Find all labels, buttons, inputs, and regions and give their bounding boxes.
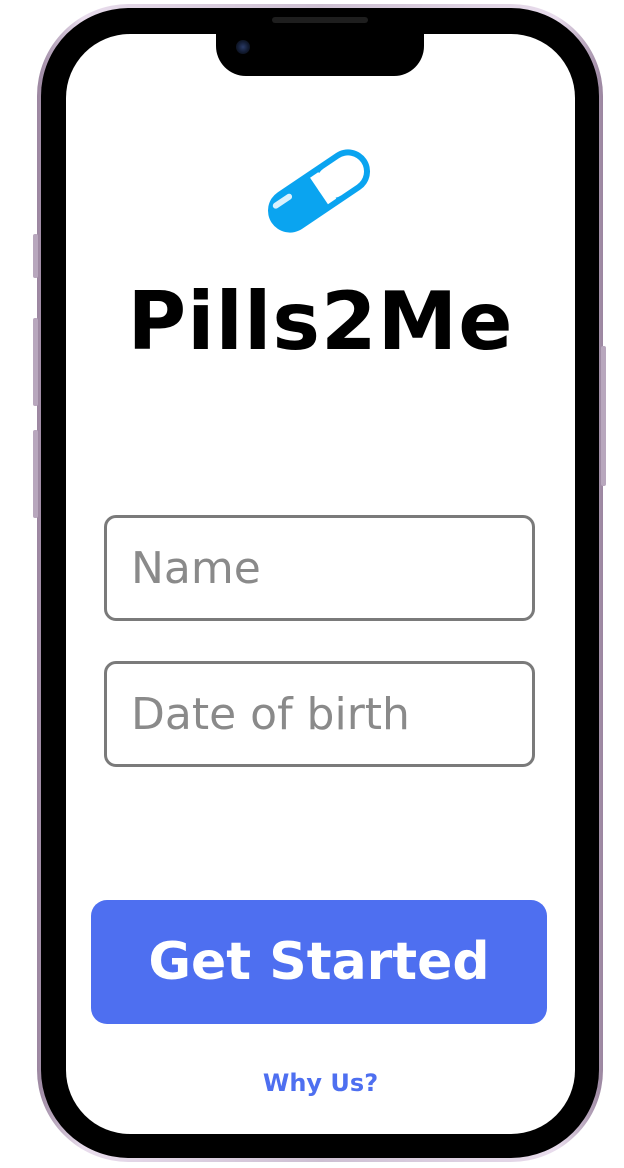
app-title: Pills2Me: [127, 275, 514, 368]
why-us-link[interactable]: Why Us?: [66, 1066, 575, 1100]
front-camera: [236, 40, 250, 54]
power-button: [601, 346, 606, 486]
date-of-birth-input[interactable]: [104, 661, 535, 767]
get-started-button[interactable]: Get Started: [91, 900, 547, 1024]
pill-capsule-icon: [267, 149, 371, 233]
volume-down-button: [33, 430, 38, 518]
silent-switch: [33, 234, 38, 278]
volume-up-button: [33, 318, 38, 406]
device-mockup: Pills2Me Get Started Why Us?: [0, 0, 624, 1168]
name-input[interactable]: [104, 515, 535, 621]
earpiece-speaker: [272, 17, 368, 23]
